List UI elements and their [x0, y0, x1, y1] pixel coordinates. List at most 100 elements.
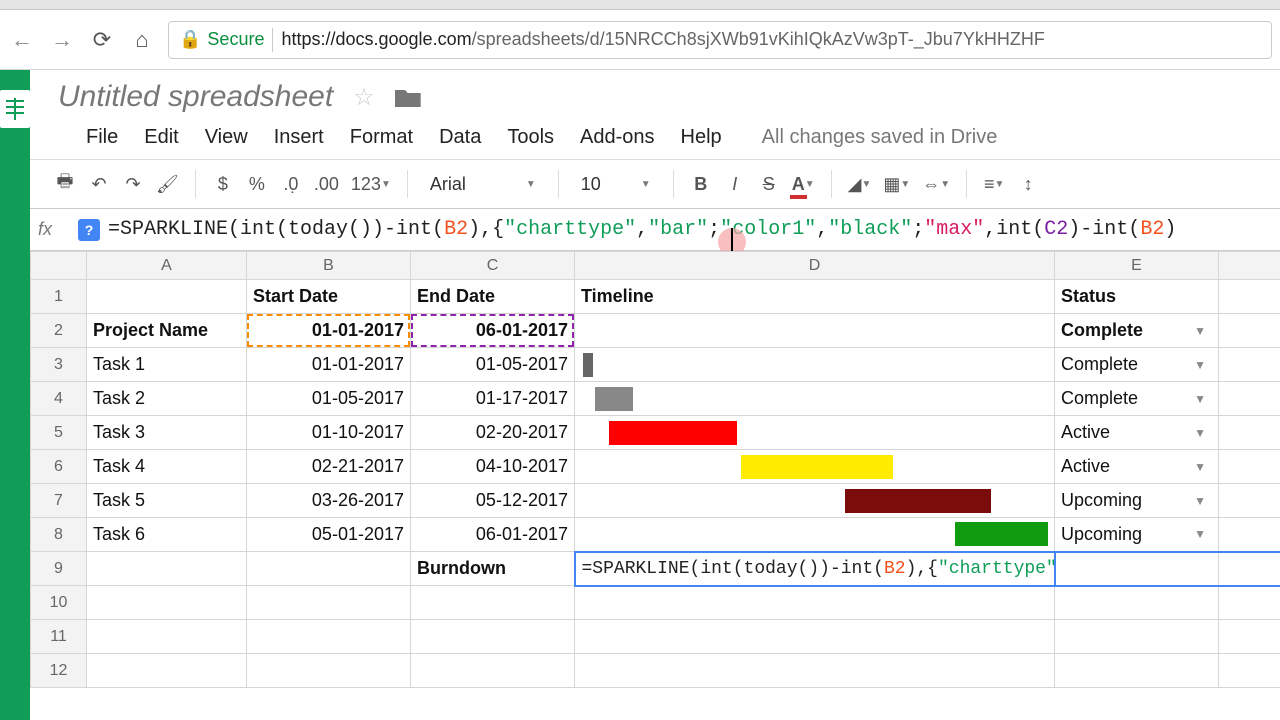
cell[interactable]	[1219, 314, 1280, 348]
cell[interactable]: 01-05-2017	[411, 348, 575, 382]
font-family-dropdown[interactable]: Arial▼	[420, 174, 546, 195]
menu-edit[interactable]: Edit	[144, 126, 178, 149]
row-header[interactable]: 9	[31, 552, 87, 586]
col-header-c[interactable]: C	[411, 252, 575, 280]
cell-status[interactable]: Complete▼	[1055, 348, 1219, 382]
cell[interactable]	[87, 586, 247, 620]
cell[interactable]	[87, 280, 247, 314]
cell[interactable]: 01-17-2017	[411, 382, 575, 416]
cell[interactable]: Start Date	[247, 280, 411, 314]
cell[interactable]: Status	[1055, 280, 1219, 314]
bold-icon[interactable]: B	[686, 168, 716, 200]
formula-help-icon[interactable]: ?	[78, 219, 100, 241]
formula-bar[interactable]: fx ? =SPARKLINE(int(today())-int(B2),{"c…	[30, 209, 1280, 251]
borders-icon[interactable]: ▦ ▼	[879, 168, 914, 200]
row-header[interactable]: 2	[31, 314, 87, 348]
cell[interactable]	[1055, 552, 1219, 586]
number-format-dropdown[interactable]: 123 ▼	[347, 168, 395, 200]
col-header-f[interactable]	[1219, 252, 1280, 280]
italic-icon[interactable]: I	[720, 168, 750, 200]
cell[interactable]	[1219, 280, 1280, 314]
font-size-dropdown[interactable]: 10▼	[571, 174, 661, 195]
star-icon[interactable]: ☆	[353, 83, 375, 112]
home-button[interactable]: ⌂	[128, 26, 156, 54]
cell-status[interactable]: Upcoming▼	[1055, 484, 1219, 518]
cell-status[interactable]: Complete▼	[1055, 382, 1219, 416]
cell[interactable]: Task 6	[87, 518, 247, 552]
row-header[interactable]: 6	[31, 450, 87, 484]
chevron-down-icon[interactable]: ▼	[1194, 460, 1206, 474]
chevron-down-icon[interactable]: ▼	[1194, 426, 1206, 440]
cell-sparkline[interactable]	[575, 416, 1055, 450]
cell[interactable]	[411, 620, 575, 654]
cell-sparkline[interactable]	[575, 450, 1055, 484]
cell[interactable]	[1219, 518, 1280, 552]
row-header[interactable]: 11	[31, 620, 87, 654]
cell-sparkline[interactable]	[575, 484, 1055, 518]
cell-c2[interactable]: 06-01-2017	[411, 314, 575, 348]
cell[interactable]	[1055, 620, 1219, 654]
editing-cell-d9[interactable]: =SPARKLINE(int(today())-int(B2),{"chartt…	[575, 552, 1055, 586]
cell[interactable]	[575, 586, 1055, 620]
cell[interactable]	[247, 552, 411, 586]
cell[interactable]	[1055, 586, 1219, 620]
cell[interactable]	[1055, 654, 1219, 688]
row-header[interactable]: 1	[31, 280, 87, 314]
decrease-decimal-icon[interactable]: .0̣	[276, 168, 306, 200]
cell[interactable]: 02-20-2017	[411, 416, 575, 450]
col-header-b[interactable]: B	[247, 252, 411, 280]
cell-b2[interactable]: 01-01-2017	[247, 314, 411, 348]
cell[interactable]	[1219, 416, 1280, 450]
cell[interactable]: 06-01-2017	[411, 518, 575, 552]
sheets-logo-icon[interactable]	[0, 90, 30, 128]
align-icon[interactable]: ≡ ▼	[979, 168, 1009, 200]
text-color-icon[interactable]: A ▼	[788, 168, 819, 200]
cell[interactable]: Timeline	[575, 280, 1055, 314]
increase-decimal-icon[interactable]: .00	[310, 168, 343, 200]
cell[interactable]: Project Name	[87, 314, 247, 348]
cell[interactable]	[575, 314, 1055, 348]
back-button[interactable]: ←	[8, 26, 36, 54]
cell[interactable]	[411, 654, 575, 688]
folder-icon[interactable]	[395, 87, 421, 107]
currency-icon[interactable]: $	[208, 168, 238, 200]
redo-icon[interactable]: ↷	[118, 168, 148, 200]
cell-sparkline[interactable]	[575, 518, 1055, 552]
cell-sparkline[interactable]	[575, 348, 1055, 382]
cell[interactable]	[247, 586, 411, 620]
row-header[interactable]: 5	[31, 416, 87, 450]
formula-text[interactable]: =SPARKLINE(int(today())-int(B2),{"chartt…	[108, 218, 1176, 241]
cell[interactable]	[1219, 382, 1280, 416]
strikethrough-icon[interactable]: S	[754, 168, 784, 200]
col-header-a[interactable]: A	[87, 252, 247, 280]
cell[interactable]	[1219, 552, 1280, 586]
row-header[interactable]: 8	[31, 518, 87, 552]
cell[interactable]: 03-26-2017	[247, 484, 411, 518]
cell[interactable]	[247, 654, 411, 688]
cell[interactable]	[1219, 348, 1280, 382]
cell-status[interactable]: Upcoming▼	[1055, 518, 1219, 552]
col-header-e[interactable]: E	[1055, 252, 1219, 280]
cell[interactable]	[87, 620, 247, 654]
col-header-d[interactable]: D	[575, 252, 1055, 280]
cell-status[interactable]: Active▼	[1055, 416, 1219, 450]
spreadsheet-grid[interactable]: A B C D E 1 Start Date End Date Timeline…	[30, 251, 1280, 720]
cell[interactable]	[575, 654, 1055, 688]
cell[interactable]: 01-05-2017	[247, 382, 411, 416]
undo-icon[interactable]: ↶	[84, 168, 114, 200]
percent-icon[interactable]: %	[242, 168, 272, 200]
menu-addons[interactable]: Add-ons	[580, 126, 655, 149]
row-header[interactable]: 4	[31, 382, 87, 416]
menu-tools[interactable]: Tools	[507, 126, 554, 149]
address-bar[interactable]: 🔒 Secure https://docs.google.com/spreads…	[168, 21, 1272, 59]
cell[interactable]	[1219, 484, 1280, 518]
select-all-corner[interactable]	[31, 252, 87, 280]
cell[interactable]: 02-21-2017	[247, 450, 411, 484]
row-header[interactable]: 10	[31, 586, 87, 620]
cell-sparkline[interactable]	[575, 382, 1055, 416]
chevron-down-icon[interactable]: ▼	[1194, 494, 1206, 508]
chevron-down-icon[interactable]: ▼	[1194, 358, 1206, 372]
menu-insert[interactable]: Insert	[274, 126, 324, 149]
cell[interactable]: 01-10-2017	[247, 416, 411, 450]
cell[interactable]: Task 3	[87, 416, 247, 450]
